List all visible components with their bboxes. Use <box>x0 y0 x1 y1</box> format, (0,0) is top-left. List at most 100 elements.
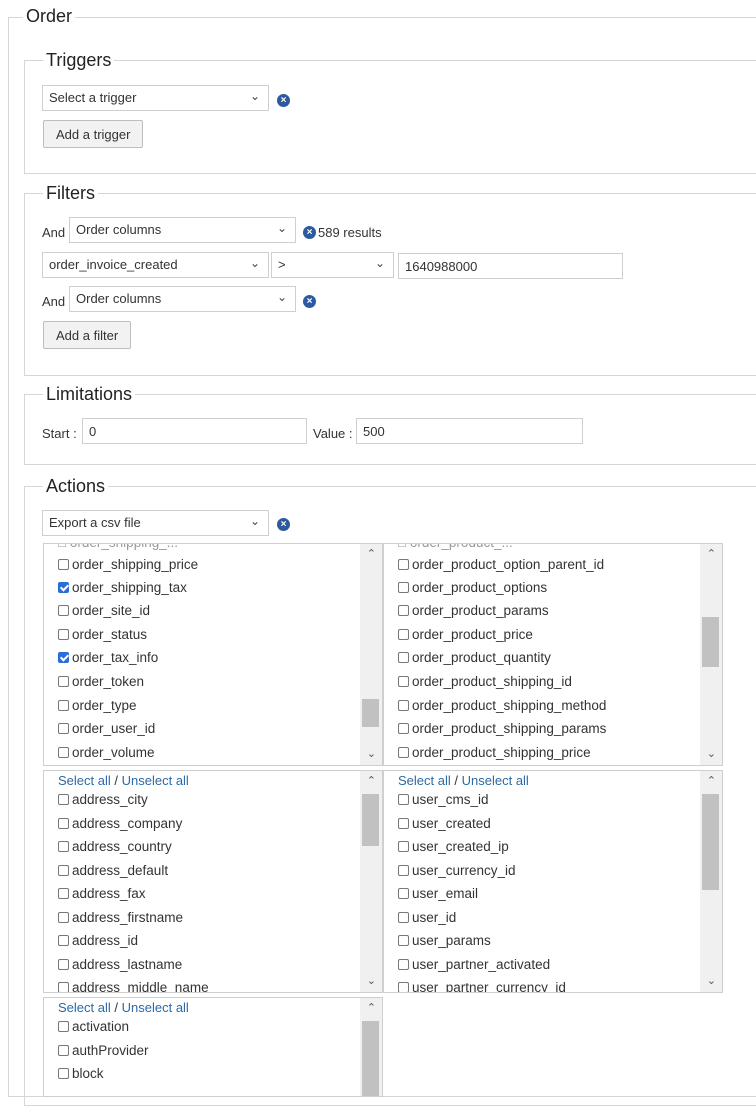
checkbox[interactable] <box>398 818 409 829</box>
scroll-thumb[interactable] <box>702 794 719 890</box>
remove-circle-icon[interactable]: × <box>303 295 316 308</box>
checkbox[interactable] <box>398 888 409 899</box>
checkbox[interactable] <box>398 865 409 876</box>
checkbox[interactable] <box>398 582 409 593</box>
checkbox[interactable] <box>58 841 69 852</box>
list-item[interactable]: address_lastname <box>58 957 182 972</box>
checkbox[interactable] <box>58 959 69 970</box>
checkbox[interactable] <box>398 982 409 992</box>
list-item[interactable]: order_volume <box>58 745 155 760</box>
list-item[interactable]: address_id <box>58 933 138 948</box>
filter-value-input[interactable]: 1640988000 <box>398 253 623 279</box>
user-columns-list[interactable]: Select all / Unselect all user_cms_id us… <box>383 770 723 993</box>
scrollbar[interactable]: ⌃ ⌄ <box>700 771 722 992</box>
checkbox[interactable] <box>398 700 409 711</box>
list-item[interactable]: block <box>58 1066 104 1081</box>
list-item[interactable]: address_middle_name <box>58 980 209 992</box>
address-columns-list[interactable]: Select all / Unselect all address_city a… <box>43 770 383 993</box>
action-select[interactable]: Export a csv file ⌄ <box>42 510 269 536</box>
joomla-columns-list[interactable]: Select all / Unselect all activation aut… <box>43 997 383 1097</box>
list-item[interactable]: order_product_quantity <box>398 650 551 665</box>
checkbox[interactable] <box>398 676 409 687</box>
list-item[interactable]: order_product_options <box>398 580 547 595</box>
checkbox[interactable] <box>58 605 69 616</box>
check-icon[interactable] <box>58 582 69 593</box>
list-item[interactable]: user_params <box>398 933 491 948</box>
list-item[interactable]: authProvider <box>58 1043 149 1058</box>
remove-circle-icon[interactable]: × <box>277 94 290 107</box>
list-item[interactable]: order_product_price <box>398 627 533 642</box>
list-item[interactable]: address_firstname <box>58 910 183 925</box>
checkbox[interactable] <box>58 888 69 899</box>
checkbox[interactable] <box>58 1045 69 1056</box>
add-filter-button[interactable]: Add a filter <box>43 321 132 349</box>
checkbox[interactable] <box>398 652 409 663</box>
checkbox[interactable] <box>398 959 409 970</box>
chevron-down-icon[interactable]: ⌄ <box>367 747 376 760</box>
list-item[interactable]: order_type <box>58 698 137 713</box>
list-item[interactable]: order_site_id <box>58 603 150 618</box>
list-item[interactable]: order_status <box>58 627 147 642</box>
chevron-up-icon[interactable]: ⌃ <box>367 1001 376 1014</box>
checkbox[interactable] <box>58 1068 69 1079</box>
checkbox[interactable] <box>398 723 409 734</box>
list-item[interactable]: user_email <box>398 886 478 901</box>
checkbox[interactable] <box>398 912 409 923</box>
checkbox[interactable] <box>398 794 409 805</box>
filter-column-select[interactable]: Order columns ⌄ <box>69 217 296 243</box>
list-item[interactable]: address_fax <box>58 886 146 901</box>
unselect-all-link[interactable]: Unselect all <box>122 1000 189 1015</box>
list-item[interactable]: user_cms_id <box>398 792 489 807</box>
checkbox[interactable] <box>58 982 69 992</box>
chevron-down-icon[interactable]: ⌄ <box>707 747 716 760</box>
chevron-up-icon[interactable]: ⌃ <box>367 547 376 560</box>
chevron-down-icon[interactable]: ⌄ <box>707 974 716 987</box>
checkbox[interactable] <box>58 629 69 640</box>
checkbox[interactable] <box>398 629 409 640</box>
scroll-thumb[interactable] <box>362 794 379 846</box>
trigger-select[interactable]: Select a trigger ⌄ <box>42 85 269 111</box>
unselect-all-link[interactable]: Unselect all <box>462 773 529 788</box>
list-item[interactable]: order_token <box>58 674 144 689</box>
filter-column-select[interactable]: Order columns ⌄ <box>69 286 296 312</box>
checkbox[interactable] <box>58 865 69 876</box>
list-item[interactable]: order_tax_info <box>58 650 158 665</box>
scrollbar[interactable]: ⌃ ⌄ <box>700 544 722 765</box>
list-item[interactable]: user_partner_activated <box>398 957 550 972</box>
list-item[interactable]: activation <box>58 1019 129 1034</box>
list-item[interactable]: order_product_option_parent_id <box>398 557 604 572</box>
add-trigger-button[interactable]: Add a trigger <box>43 120 144 148</box>
order-columns-list[interactable]: □ order_shipping_... order_shipping_pric… <box>43 543 383 766</box>
filter-operator-select[interactable]: > ⌄ <box>271 252 394 278</box>
list-item[interactable]: user_created <box>398 816 491 831</box>
list-item[interactable]: order_product_shipping_params <box>398 721 606 736</box>
start-input[interactable]: 0 <box>82 418 307 444</box>
scrollbar[interactable]: ⌃ ⌄ <box>360 544 382 765</box>
checkbox[interactable] <box>58 935 69 946</box>
checkbox[interactable] <box>58 676 69 687</box>
remove-circle-icon[interactable]: × <box>277 518 290 531</box>
chevron-up-icon[interactable]: ⌃ <box>707 774 716 787</box>
filter-field-select[interactable]: order_invoice_created ⌄ <box>42 252 269 278</box>
list-item[interactable]: order_product_params <box>398 603 549 618</box>
checkbox[interactable] <box>58 818 69 829</box>
check-icon[interactable] <box>58 652 69 663</box>
list-item[interactable]: order_product_shipping_price <box>398 745 591 760</box>
list-item[interactable]: address_default <box>58 863 168 878</box>
list-item[interactable]: user_id <box>398 910 456 925</box>
select-all-link[interactable]: Select all <box>58 1000 111 1015</box>
scrollbar[interactable]: ⌃ ⌄ <box>360 771 382 992</box>
list-item[interactable]: order_product_shipping_id <box>398 674 572 689</box>
list-item[interactable]: user_created_ip <box>398 839 509 854</box>
checkbox[interactable] <box>58 723 69 734</box>
checkbox[interactable] <box>58 794 69 805</box>
checkbox[interactable] <box>58 700 69 711</box>
scroll-thumb[interactable] <box>362 699 379 727</box>
select-all-link[interactable]: Select all <box>58 773 111 788</box>
list-item[interactable]: order_user_id <box>58 721 155 736</box>
unselect-all-link[interactable]: Unselect all <box>122 773 189 788</box>
chevron-up-icon[interactable]: ⌃ <box>367 774 376 787</box>
checkbox[interactable] <box>398 747 409 758</box>
checkbox[interactable] <box>58 559 69 570</box>
scroll-thumb[interactable] <box>362 1021 379 1096</box>
